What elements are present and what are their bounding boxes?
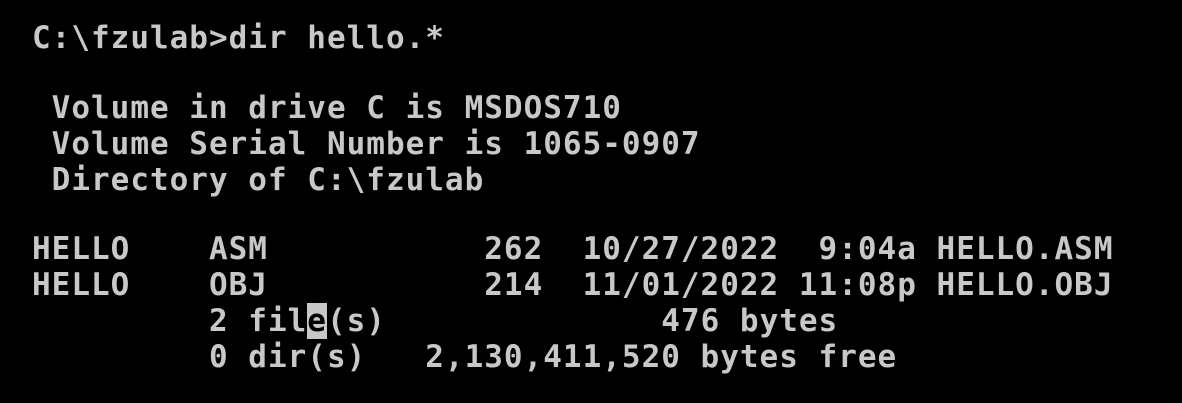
volume-serial-line: Volume Serial Number is 1065-0907 [32,126,701,162]
dirs-summary-line: 0 dir(s) 2,130,411,520 bytes free [32,339,898,375]
files-summary-prefix: 2 fil [32,303,308,339]
command-prompt-line: C:\fzulab>dir hello.* [32,20,445,56]
directory-of-line: Directory of C:\fzulab [32,162,485,198]
text-cursor: e [307,303,327,339]
directory-entry-hello-asm: HELLO ASM 262 10/27/2022 9:04a HELLO.ASM [32,231,1114,267]
files-summary-suffix: (s) 476 bytes [326,303,839,339]
dos-console-window[interactable]: C:\fzulab>dir hello.* Volume in drive C … [0,0,1182,403]
volume-label-line: Volume in drive C is MSDOS710 [32,90,622,126]
files-summary-line: 2 file(s) 476 bytes [32,303,838,339]
directory-entry-hello-obj: HELLO OBJ 214 11/01/2022 11:08p HELLO.OB… [32,267,1114,303]
